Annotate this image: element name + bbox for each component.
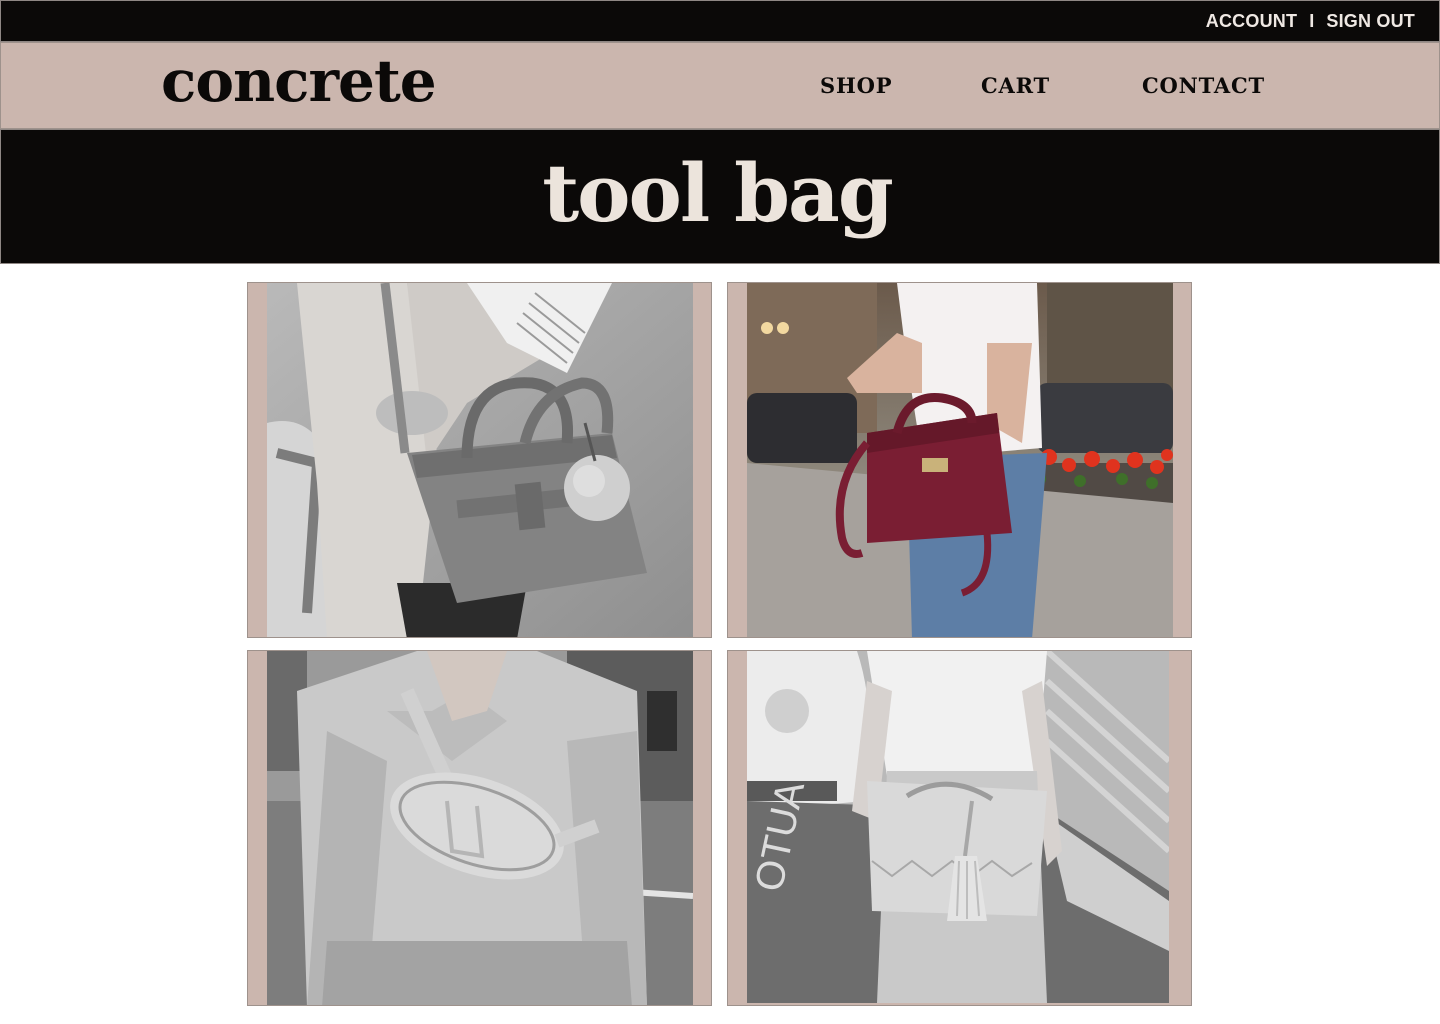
page-title: tool bag bbox=[542, 145, 894, 240]
gallery-tile-3[interactable] bbox=[247, 650, 712, 1006]
belt-bag-photo bbox=[267, 651, 693, 1005]
top-utility-bar: ACCOUNT I SIGN OUT bbox=[0, 0, 1440, 42]
gallery-tile-4[interactable]: OTUA bbox=[727, 650, 1192, 1006]
site-header: concrete SHOP CART CONTACT bbox=[0, 42, 1440, 129]
burgundy-bag-photo bbox=[747, 283, 1173, 637]
gallery-tile-2[interactable] bbox=[727, 282, 1192, 638]
topbar-separator: I bbox=[1309, 10, 1315, 31]
nav-item-shop[interactable]: SHOP bbox=[820, 73, 892, 98]
gallery-tile-1[interactable] bbox=[247, 282, 712, 638]
hero-banner: tool bag bbox=[0, 129, 1440, 264]
handbag-photo bbox=[267, 283, 693, 637]
sign-out-link[interactable]: SIGN OUT bbox=[1326, 11, 1415, 32]
nav-item-cart[interactable]: CART bbox=[981, 73, 1050, 98]
nav-item-contact[interactable]: CONTACT bbox=[1142, 73, 1265, 98]
main-nav: SHOP CART CONTACT bbox=[1, 73, 1440, 103]
account-link[interactable]: ACCOUNT bbox=[1206, 11, 1297, 32]
bucket-bag-photo: OTUA bbox=[747, 651, 1169, 1003]
